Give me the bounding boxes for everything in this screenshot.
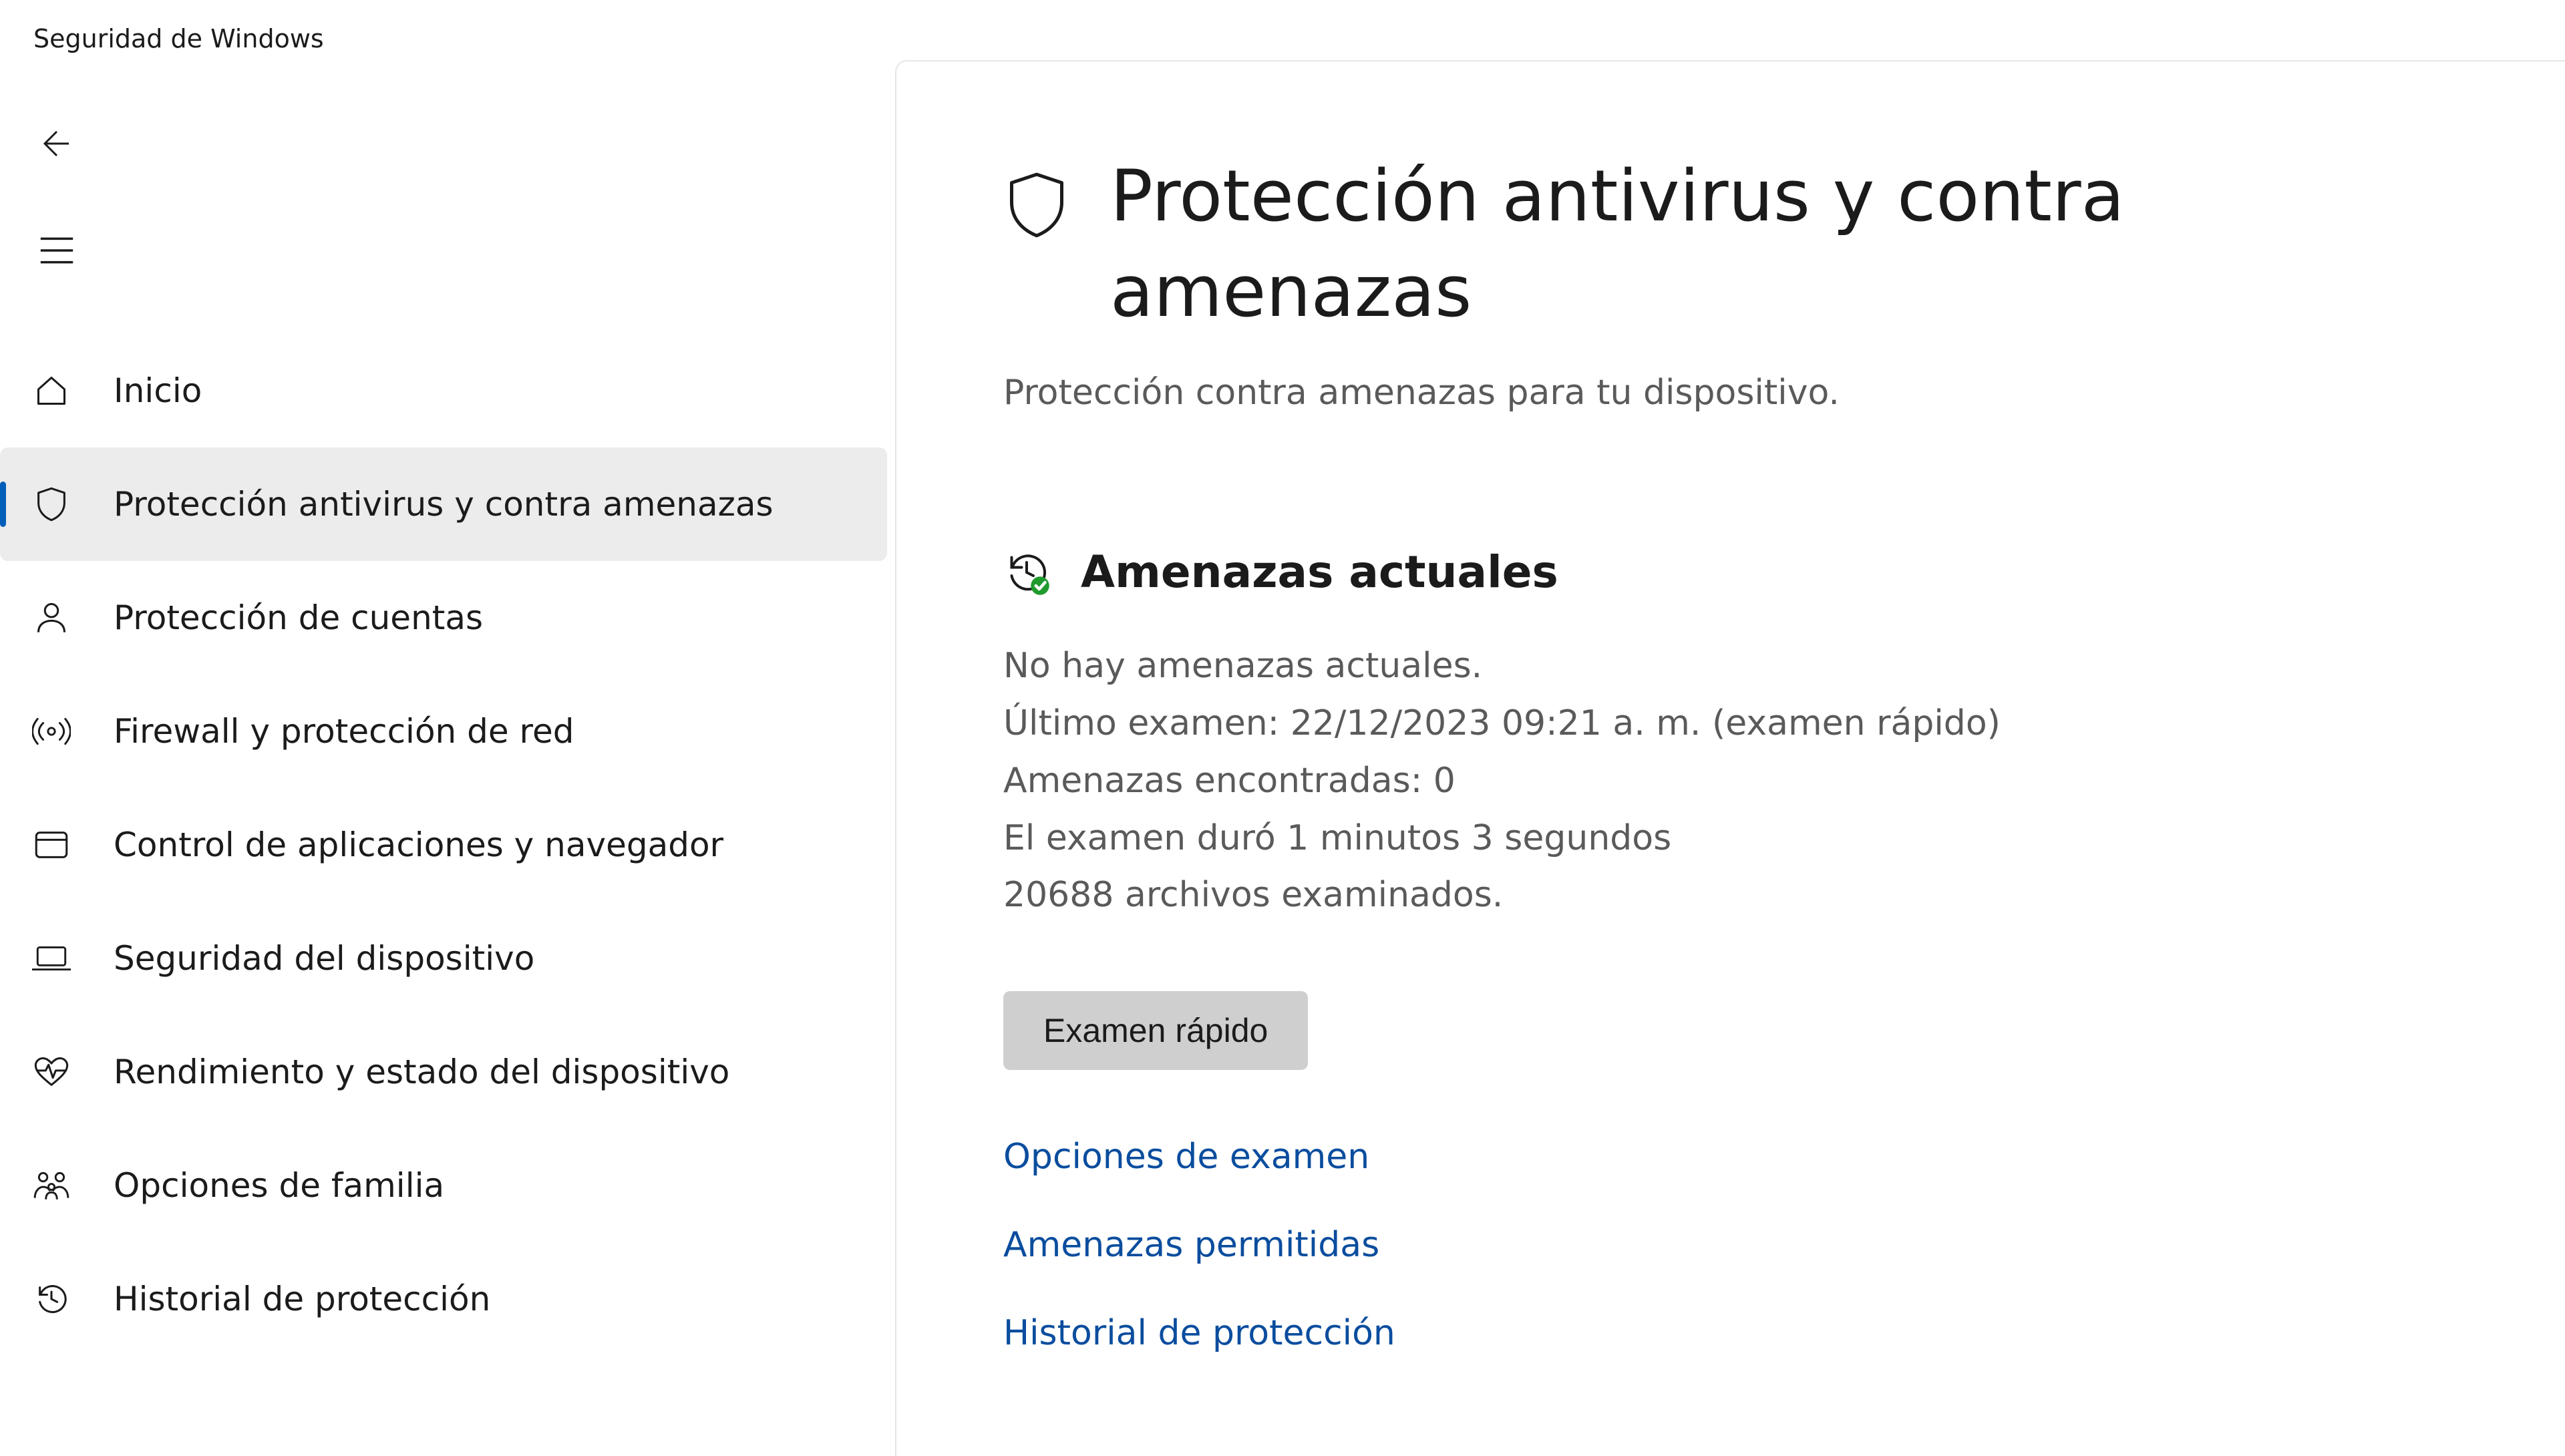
sidebar-item-firewall[interactable]: Firewall y protección de red	[0, 675, 887, 788]
hamburger-icon	[39, 236, 75, 265]
sidebar-item-label: Protección antivirus y contra amenazas	[114, 485, 774, 524]
sidebar-item-label: Opciones de familia	[114, 1166, 444, 1205]
heart-pulse-icon	[32, 1055, 71, 1089]
threat-links: Opciones de examen Amenazas permitidas H…	[1003, 1137, 2565, 1353]
status-duration: El examen duró 1 minutos 3 segundos	[1003, 810, 2565, 868]
status-last-scan: Último examen: 22/12/2023 09:21 a. m. (e…	[1003, 695, 2565, 753]
app-title: Seguridad de Windows	[0, 0, 2565, 53]
status-no-threats: No hay amenazas actuales.	[1003, 638, 2565, 695]
sidebar-item-health[interactable]: Rendimiento y estado del dispositivo	[0, 1015, 887, 1129]
network-icon	[32, 714, 71, 749]
sidebar-item-home[interactable]: Inicio	[0, 334, 887, 447]
page-title: Protección antivirus y contra amenazas	[1110, 148, 2313, 339]
main-content: Protección antivirus y contra amenazas P…	[895, 60, 2565, 1456]
status-threats-found: Amenazas encontradas: 0	[1003, 753, 2565, 810]
current-threats-section: Amenazas actuales No hay amenazas actual…	[1003, 546, 2565, 1353]
back-button[interactable]	[20, 107, 94, 180]
sidebar: Inicio Protección antivirus y contra ame…	[0, 60, 895, 1456]
hamburger-button[interactable]	[20, 214, 94, 287]
allowed-threats-link[interactable]: Amenazas permitidas	[1003, 1225, 2565, 1265]
sidebar-item-label: Seguridad del dispositivo	[114, 939, 534, 978]
shield-icon	[32, 486, 71, 523]
section-title: Amenazas actuales	[1081, 546, 1558, 598]
sidebar-item-label: Rendimiento y estado del dispositivo	[114, 1053, 729, 1091]
protection-history-link[interactable]: Historial de protección	[1003, 1313, 2565, 1353]
sidebar-item-family[interactable]: Opciones de familia	[0, 1129, 887, 1242]
sidebar-item-virus[interactable]: Protección antivirus y contra amenazas	[0, 447, 887, 561]
back-arrow-icon	[39, 126, 75, 162]
laptop-icon	[32, 944, 71, 973]
scan-options-link[interactable]: Opciones de examen	[1003, 1137, 2565, 1177]
page-header: Protección antivirus y contra amenazas	[1003, 148, 2565, 339]
sidebar-item-label: Firewall y protección de red	[114, 712, 574, 751]
sidebar-item-label: Control de aplicaciones y navegador	[114, 826, 723, 864]
home-icon	[32, 373, 71, 408]
sidebar-item-label: Inicio	[114, 371, 202, 410]
page-subtitle: Protección contra amenazas para tu dispo…	[1003, 373, 2565, 413]
window-icon	[32, 830, 71, 860]
sidebar-item-account[interactable]: Protección de cuentas	[0, 561, 887, 675]
sidebar-item-history[interactable]: Historial de protección	[0, 1242, 887, 1356]
shield-large-icon	[1003, 168, 1070, 242]
status-files-scanned: 20688 archivos examinados.	[1003, 867, 2565, 924]
sidebar-item-appbrowser[interactable]: Control de aplicaciones y navegador	[0, 788, 887, 902]
section-header: Amenazas actuales	[1003, 546, 2565, 598]
sidebar-item-label: Protección de cuentas	[114, 598, 483, 637]
main-layout: Inicio Protección antivirus y contra ame…	[0, 60, 2565, 1456]
history-icon	[32, 1282, 71, 1316]
quick-scan-button[interactable]: Examen rápido	[1003, 991, 1308, 1070]
status-lines: No hay amenazas actuales. Último examen:…	[1003, 638, 2565, 924]
history-check-icon	[1003, 549, 1050, 596]
sidebar-item-label: Historial de protección	[114, 1280, 490, 1318]
nav: Inicio Protección antivirus y contra ame…	[0, 334, 895, 1356]
person-icon	[32, 600, 71, 635]
family-icon	[32, 1169, 71, 1202]
sidebar-item-device[interactable]: Seguridad del dispositivo	[0, 902, 887, 1015]
